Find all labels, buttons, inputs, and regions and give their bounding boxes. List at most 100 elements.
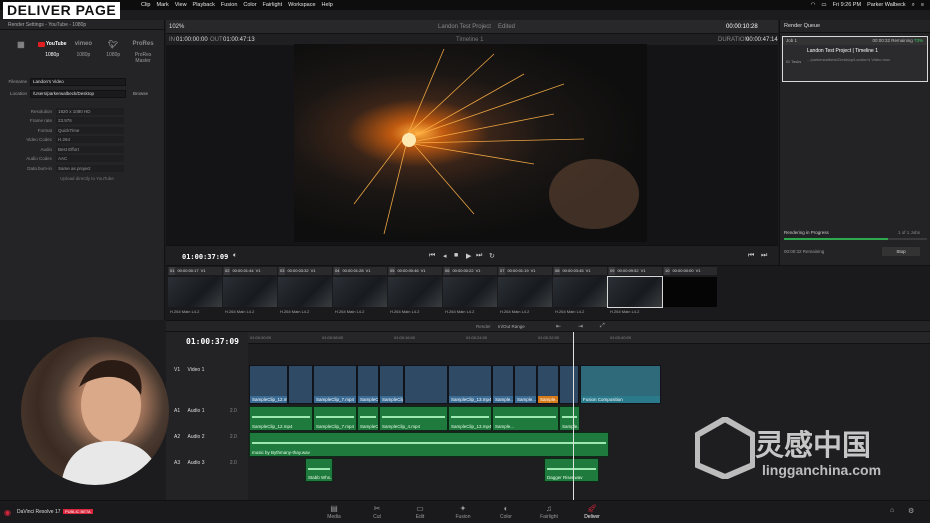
- clip-timecode: 00:00:03:32: [287, 268, 309, 273]
- setting-value[interactable]: AAC: [56, 155, 124, 162]
- setting-value[interactable]: H.264: [56, 136, 124, 143]
- render-queue-panel: Render Queue Job 1 00:00:32 Remaining 73…: [779, 20, 930, 265]
- page-tab-edit[interactable]: ▭ Edit: [400, 504, 440, 520]
- in-label: IN: [169, 37, 175, 43]
- settings-gear-icon[interactable]: ⚙: [908, 507, 914, 515]
- loop-icon[interactable]: ↻: [489, 252, 495, 260]
- render-range-dropdown[interactable]: In/Out Range: [498, 324, 525, 329]
- clip-thumbnail[interactable]: 03 00:00:03:32 V1 H.264 Main L4.2: [278, 267, 332, 319]
- setting-value[interactable]: 1920 x 1080 HD: [56, 107, 124, 115]
- timeline-video-clip[interactable]: Sample...: [492, 365, 514, 404]
- page-tab-fusion[interactable]: ✦ Fusion: [443, 504, 483, 520]
- go-to-end-icon[interactable]: ⏭: [476, 252, 482, 260]
- mark-out-icon[interactable]: ⇥: [578, 323, 583, 330]
- clip-thumbnail[interactable]: 04 00:00:01:28 V1 H.264 Main L4.2: [333, 267, 387, 319]
- prev-clip-icon[interactable]: ⏮: [748, 252, 754, 260]
- clip-thumbnail[interactable]: 05 00:00:00:46 V1 H.264 Main L4.2: [388, 267, 442, 319]
- timeline-audio-clip[interactable]: SampleClip_4.mp4: [379, 406, 448, 431]
- zoom-level[interactable]: 102%: [169, 24, 184, 30]
- clip-track: V1: [255, 268, 261, 273]
- render-job[interactable]: Job 1 00:00:32 Remaining 73% Landon Test…: [782, 36, 928, 82]
- timeline-audio-clip[interactable]: SampleClip_12.mp4: [249, 406, 313, 431]
- timeline-ruler[interactable]: 01:00:00:00 01:00:08:00 01:00:16:00 01:00:2…: [248, 332, 930, 344]
- timeline-audio-clip[interactable]: SampleClip_13.mp4: [448, 406, 492, 431]
- menu-help[interactable]: Help: [322, 2, 333, 8]
- spotlight-icon[interactable]: ⌕: [912, 2, 915, 9]
- in-timecode[interactable]: 01:00:00:00: [176, 37, 208, 43]
- home-icon[interactable]: ⌂: [890, 507, 894, 514]
- preset-prores[interactable]: ProRes ProRes Master: [130, 36, 156, 64]
- timeline-video-clip[interactable]: Sample...: [514, 365, 537, 404]
- page-tab-color[interactable]: ◐ Color: [486, 504, 526, 520]
- clip-thumbnail[interactable]: 09 00:00:09:52 V1 H.264 Main L4.2: [607, 267, 663, 319]
- timeline-video-clip[interactable]: SampleClip_13.mp4: [448, 365, 492, 404]
- clip-thumbnail[interactable]: 06 00:00:00:22 V1 H.264 Main L4.2: [443, 267, 497, 319]
- out-timecode[interactable]: 01:00:47:13: [223, 37, 255, 43]
- wifi-icon[interactable]: ◠: [811, 2, 816, 8]
- timeline-video-clip[interactable]: SampleClip_7.mp4: [313, 365, 357, 404]
- stop-icon[interactable]: ■: [454, 252, 458, 259]
- timeline-sfx-clip[interactable]: Dagger Riser.wav: [544, 458, 599, 482]
- timeline-video-clip[interactable]: [559, 365, 579, 404]
- clip-thumbnail[interactable]: 08 00:00:03:45 V1 H.264 Main L4.2: [553, 267, 607, 319]
- timeline-name[interactable]: Timeline 1: [456, 37, 483, 43]
- play-icon[interactable]: ▶: [466, 252, 471, 260]
- timeline-video-clip[interactable]: SampleClip_12.mp4: [249, 365, 288, 404]
- filename-input[interactable]: Landon's Video: [30, 77, 126, 86]
- page-tab-deliver[interactable]: 🚀︎ Deliver: [572, 504, 612, 520]
- track-a3-header: A3 Audio 3 2.0: [174, 460, 237, 466]
- timeline-audio-clip[interactable]: Sample...: [559, 406, 580, 431]
- timeline-video-clip[interactable]: [404, 365, 448, 404]
- timeline-sfx-clip[interactable]: Stabb Whs...: [305, 458, 333, 482]
- timeline-video-clip[interactable]: Fusion Composition: [580, 365, 661, 404]
- clip-thumbnail[interactable]: 10 00:00:00:00 V1: [663, 267, 717, 319]
- menu-view[interactable]: View: [175, 2, 187, 8]
- zoom-icon[interactable]: ⤢: [600, 323, 605, 330]
- clip-thumbnail[interactable]: 07 00:00:01:19 V1 H.264 Main L4.2: [498, 267, 552, 319]
- page-tab-media[interactable]: ▤ Media: [314, 504, 354, 520]
- preset-youtube[interactable]: YouTube 1080p: [37, 36, 66, 64]
- browse-button[interactable]: Browse: [130, 90, 151, 98]
- timeline-music-clip[interactable]: music by Bythmany-thay.wav: [249, 432, 609, 457]
- setting-value[interactable]: Best Effort: [56, 145, 124, 153]
- timeline-video-clip[interactable]: [288, 365, 313, 404]
- clip-thumbnail[interactable]: 01 00:00:00:17 V1 H.264 Main L4.2: [168, 267, 222, 319]
- preset-custom[interactable]: ▦: [8, 36, 34, 64]
- timeline-audio-clip[interactable]: SampleC...: [357, 406, 379, 431]
- go-to-start-icon[interactable]: ⏮: [429, 252, 435, 260]
- clip-codec: H.264 Main L4.2: [555, 309, 585, 314]
- setting-value[interactable]: QuickTime: [56, 126, 124, 134]
- step-back-icon[interactable]: ◂: [443, 252, 447, 260]
- next-clip-icon[interactable]: ⏭: [761, 252, 767, 260]
- mark-in-icon[interactable]: ⇤: [556, 323, 561, 330]
- page-tab-cut[interactable]: ✂ Cut: [357, 504, 397, 520]
- playhead[interactable]: [573, 332, 574, 500]
- menu-playback[interactable]: Playback: [193, 2, 215, 8]
- upload-youtube-checkbox[interactable]: Upload directly to YouTube: [0, 176, 164, 181]
- menu-clip[interactable]: Clip: [141, 2, 150, 8]
- user-name[interactable]: Parker Walbeck: [867, 2, 906, 8]
- timeline-audio-clip[interactable]: Sample...: [492, 406, 559, 431]
- menu-fairlight[interactable]: Fairlight: [263, 2, 283, 8]
- menu-fusion[interactable]: Fusion: [221, 2, 238, 8]
- battery-icon[interactable]: ▭: [821, 2, 826, 8]
- preset-twitter[interactable]: 🐦︎ 1080p: [100, 36, 126, 64]
- clock[interactable]: Fri 9:26 PM: [833, 2, 861, 8]
- location-input[interactable]: /Users/parkerwalbeck/Desktop: [30, 89, 126, 98]
- preset-vimeo[interactable]: vimeo 1080p: [70, 36, 96, 64]
- timeline-video-clip[interactable]: SampleClip_4.mp4: [379, 365, 404, 404]
- timeline-video-clip[interactable]: Sample...: [537, 365, 559, 404]
- clip-label: SampleC...: [360, 424, 378, 429]
- menu-workspace[interactable]: Workspace: [288, 2, 315, 8]
- setting-value[interactable]: 23.976: [56, 117, 124, 124]
- volume-icon[interactable]: 🔈︎: [233, 252, 237, 260]
- setting-value[interactable]: Same as project: [56, 164, 124, 172]
- menu-mark[interactable]: Mark: [156, 2, 168, 8]
- clip-thumbnail[interactable]: 02 00:00:01:44 V1 H.264 Main L4.2: [223, 267, 277, 319]
- page-tab-fairlight[interactable]: ♫ Fairlight: [529, 504, 569, 520]
- timeline-audio-clip[interactable]: SampleClip_7.mp4: [313, 406, 357, 431]
- menu-color[interactable]: Color: [243, 2, 256, 8]
- timeline-video-clip[interactable]: SampleC...: [357, 365, 379, 404]
- stop-render-button[interactable]: Stop: [882, 247, 920, 256]
- menu-list-icon[interactable]: ≡: [921, 2, 924, 8]
